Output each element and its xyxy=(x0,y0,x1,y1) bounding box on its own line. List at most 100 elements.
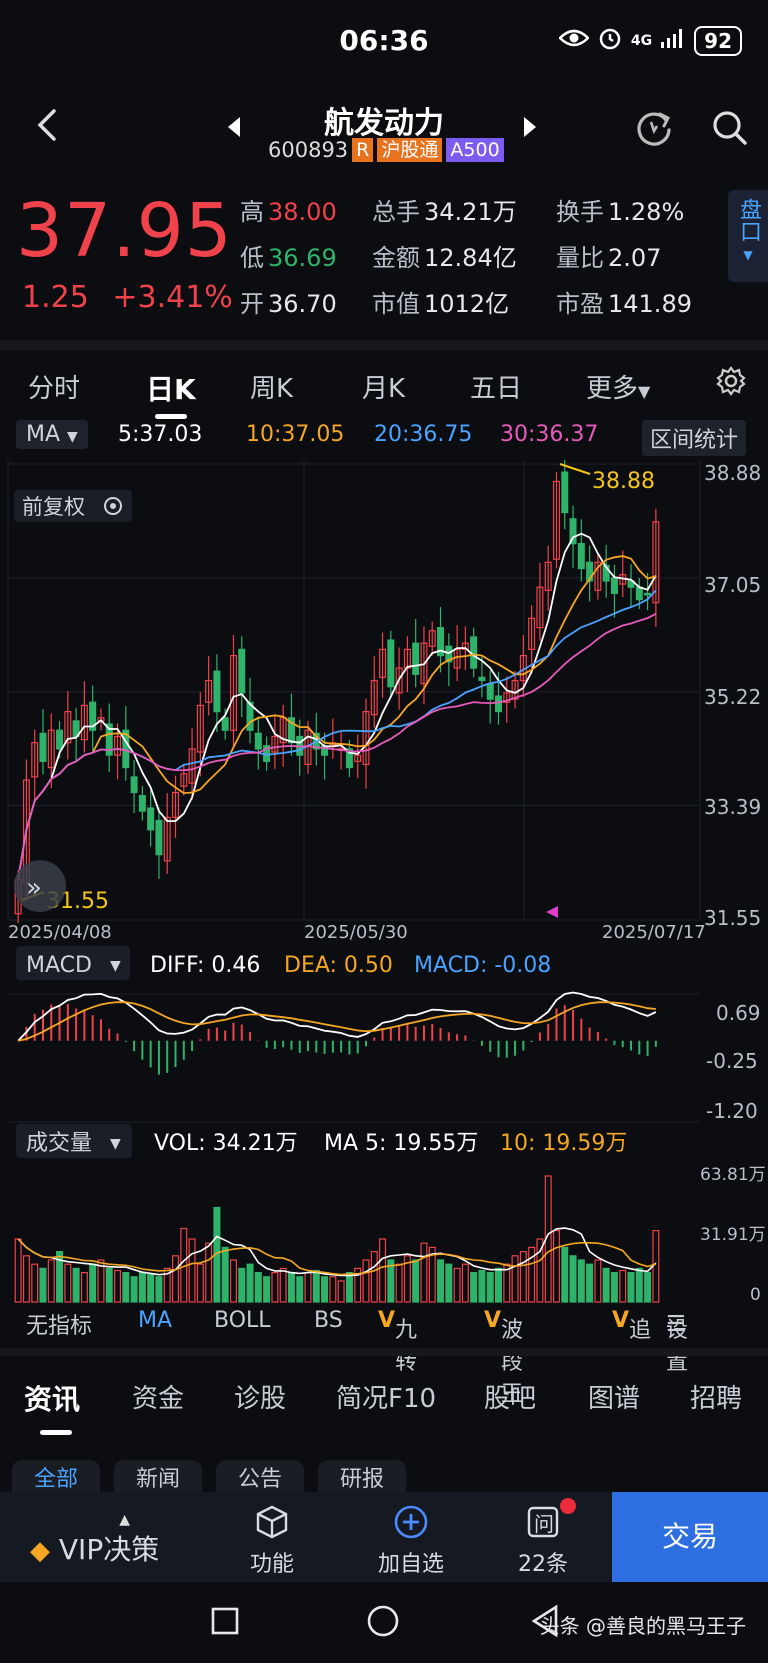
candle-body-57 xyxy=(486,683,494,700)
tab-intraday[interactable]: 分时 xyxy=(28,368,80,405)
ask-button[interactable]: 问 22条 xyxy=(518,1498,576,1578)
ma10-value: 10:37.05 xyxy=(246,422,345,447)
x-tick-end: 2025/07/17 xyxy=(602,922,706,943)
vol-bar-31 xyxy=(271,1272,279,1303)
tab-five-day[interactable]: 五日 xyxy=(470,368,522,405)
next-stock-icon[interactable] xyxy=(522,116,538,144)
tab-f10[interactable]: 简况F10 xyxy=(336,1378,436,1415)
vol-bar-54 xyxy=(461,1263,469,1303)
ind-boll[interactable]: BOLL xyxy=(214,1308,271,1333)
kline-chart[interactable]: 38.88 37.05 35.22 33.39 31.55 2025/04/08… xyxy=(0,460,768,1304)
recent-apps-icon[interactable] xyxy=(210,1606,240,1640)
quote-low: 低 36.69 xyxy=(240,244,337,272)
ind-bs[interactable]: BS xyxy=(314,1308,343,1333)
tab-monthly-k[interactable]: 月K xyxy=(362,368,405,405)
x-tick-start: 2025/04/08 xyxy=(8,922,112,943)
indicator-selector: 无指标 MA BOLL BS V 九转 V 波段王 V追 ☰ 设置 xyxy=(26,1308,689,1407)
vol-bar-76 xyxy=(644,1272,652,1303)
ind-zhui[interactable]: V追 xyxy=(612,1308,651,1343)
tab-forum[interactable]: 股吧 xyxy=(484,1378,536,1415)
candle-body-27 xyxy=(238,648,246,694)
ind-jiuzhuan[interactable]: V 九转 xyxy=(378,1308,417,1375)
macd-dea: DEA: 0.50 xyxy=(284,953,393,978)
status-icons: 4G 92 xyxy=(558,26,742,56)
vol-bar-27 xyxy=(238,1267,246,1303)
ind-boduanwang[interactable]: V 波段王 xyxy=(484,1308,523,1407)
candle-body-66 xyxy=(561,471,569,514)
subtab-news[interactable]: 新闻 xyxy=(114,1460,202,1492)
candle-body-3 xyxy=(39,732,47,762)
refresh-icon[interactable] xyxy=(634,108,674,152)
pankou-button[interactable]: 盘口 ▼ xyxy=(728,190,768,282)
alarm-icon xyxy=(597,26,623,56)
vol-bar-40 xyxy=(345,1272,353,1303)
bottom-action-bar: ▲ ◆ VIP决策 功能 加自选 问 22条 交易 xyxy=(0,1492,768,1582)
vol-bar-60 xyxy=(511,1255,519,1303)
vol-bar-49 xyxy=(420,1242,428,1303)
vol-bar-73 xyxy=(619,1269,627,1303)
macd-dea-line xyxy=(17,1001,656,1042)
y-tick-33.39: 33.39 xyxy=(704,795,761,819)
ind-ma[interactable]: MA xyxy=(138,1308,172,1333)
vol-bar-26 xyxy=(229,1259,237,1303)
vol-bar-21 xyxy=(188,1238,196,1303)
vol-bar-35 xyxy=(304,1272,312,1303)
news-sub-tabs: 全部 新闻 公告 研报 xyxy=(0,1460,768,1492)
candle-body-55 xyxy=(470,636,478,669)
candle-body-68 xyxy=(577,543,585,570)
signal-icon xyxy=(660,27,686,55)
add-watchlist-button[interactable]: 加自选 xyxy=(378,1504,444,1578)
tab-diagnosis[interactable]: 诊股 xyxy=(234,1378,286,1415)
tab-daily-k[interactable]: 日K xyxy=(146,368,196,408)
tab-news[interactable]: 资讯 xyxy=(24,1378,80,1418)
range-stat-button[interactable]: 区间统计 xyxy=(642,420,747,456)
tab-jobs[interactable]: 招聘 xyxy=(690,1378,742,1415)
tab-weekly-k[interactable]: 周K xyxy=(250,368,293,405)
candle-body-15 xyxy=(138,794,146,812)
candle-body-17 xyxy=(155,819,163,856)
vol-bar-3 xyxy=(39,1267,47,1303)
notification-dot xyxy=(560,1498,576,1514)
y-tick-31.55: 31.55 xyxy=(704,906,761,930)
y-tick-37.05: 37.05 xyxy=(704,573,761,597)
subtab-notice[interactable]: 公告 xyxy=(216,1460,304,1492)
macd-y-bottom: -1.20 xyxy=(706,1099,758,1123)
vol-bar-30 xyxy=(263,1276,271,1303)
trade-button[interactable]: 交易 xyxy=(612,1492,768,1582)
vol-y-top: 63.81万 xyxy=(700,1165,766,1185)
svg-text:问: 问 xyxy=(534,1512,554,1536)
home-icon[interactable] xyxy=(366,1604,400,1642)
pankou-label: 盘口 xyxy=(736,198,761,242)
ind-none[interactable]: 无指标 xyxy=(26,1308,92,1340)
quote-high: 高 38.00 xyxy=(240,198,337,226)
y-tick-35.22: 35.22 xyxy=(704,685,761,709)
quote-market-cap: 市值 1012亿 xyxy=(372,290,510,318)
watermark: 头条 @善良的黑马王子 xyxy=(539,1614,746,1638)
vol-bar-12 xyxy=(114,1269,122,1303)
news-tab-underline xyxy=(40,1430,72,1435)
subtab-research[interactable]: 研报 xyxy=(318,1460,406,1492)
double-chevron-icon: » xyxy=(26,873,42,903)
macd-diff: DIFF: 0.46 xyxy=(150,953,260,978)
gear-icon[interactable] xyxy=(716,366,746,400)
adjust-label: 前复权 xyxy=(22,495,85,519)
vol-bar-37 xyxy=(321,1276,329,1303)
y-tick-38.88: 38.88 xyxy=(704,461,761,485)
tab-more[interactable]: 更多▼ xyxy=(586,368,650,405)
vol-ma5-line xyxy=(17,1227,657,1277)
vol-bar-0 xyxy=(14,1238,22,1303)
vol-bar-19 xyxy=(172,1255,179,1303)
ma-selector[interactable]: MA ▼ xyxy=(16,420,88,449)
subtab-all[interactable]: 全部 xyxy=(12,1460,100,1492)
vol-bar-52 xyxy=(445,1263,453,1303)
tab-funds[interactable]: 资金 xyxy=(132,1378,184,1415)
tab-graph[interactable]: 图谱 xyxy=(588,1378,640,1415)
vol-bar-32 xyxy=(279,1267,287,1303)
vip-decision-button[interactable]: ▲ ◆ VIP决策 xyxy=(30,1512,159,1568)
vol-bar-75 xyxy=(635,1267,643,1303)
macd-y-mid: -0.25 xyxy=(706,1049,758,1073)
vol-bar-9 xyxy=(89,1263,97,1303)
function-button[interactable]: 功能 xyxy=(250,1504,294,1578)
search-icon[interactable] xyxy=(710,108,750,152)
ma20-line xyxy=(17,589,657,880)
